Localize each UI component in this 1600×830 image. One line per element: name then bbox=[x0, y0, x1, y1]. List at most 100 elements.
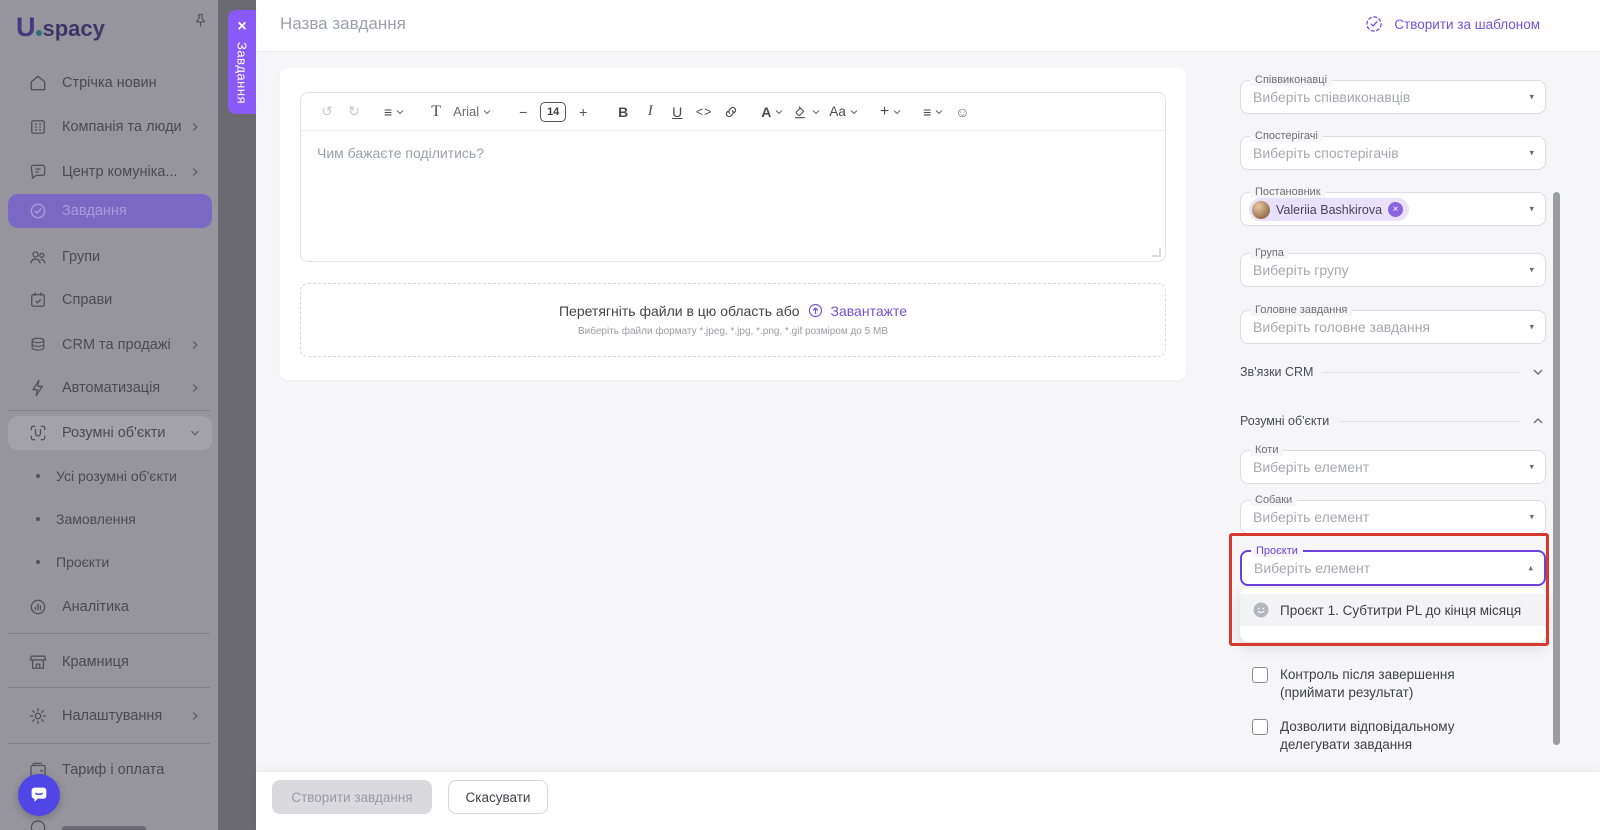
undo-button[interactable]: ↺ bbox=[317, 99, 337, 125]
select-arrow-up-icon[interactable]: ▴ bbox=[1528, 563, 1533, 574]
sidebar-subitem-label: Усі розумні об'єкти bbox=[56, 468, 177, 484]
font-size-value[interactable]: 14 bbox=[540, 101, 567, 122]
upload-icon bbox=[808, 303, 822, 318]
field-parent-task[interactable]: Головне завдання Виберіть головне завдан… bbox=[1240, 304, 1546, 344]
sidebar-subitem-label: Проєкти bbox=[56, 554, 110, 570]
create-from-template-button[interactable]: Створити за шаблоном bbox=[1364, 14, 1540, 34]
create-task-button[interactable]: Створити завдання bbox=[272, 780, 432, 814]
chat-bubble-icon bbox=[31, 787, 47, 802]
redo-button[interactable]: ↻ bbox=[344, 99, 364, 125]
select-arrow-icon[interactable]: ▾ bbox=[1529, 512, 1534, 523]
bold-button[interactable]: B bbox=[613, 99, 633, 125]
create-from-template-label: Створити за шаблоном bbox=[1394, 16, 1540, 32]
sidebar-item-activities[interactable]: Справи bbox=[8, 283, 212, 317]
select-arrow-icon[interactable]: ▾ bbox=[1529, 92, 1534, 103]
sidebar-item-marketplace[interactable]: Крамниця bbox=[8, 645, 212, 679]
font-family-select[interactable]: Arial bbox=[453, 99, 493, 125]
checkbox-icon[interactable] bbox=[1252, 667, 1268, 683]
align-icon: ≡ bbox=[384, 103, 393, 120]
sidebar-item-label: Компанія та люди bbox=[62, 119, 182, 135]
sidebar-subitem-projects[interactable]: Проєкти bbox=[8, 547, 212, 577]
checkbox-allow-delegation[interactable]: Дозволити відповідальному делегувати зав… bbox=[1252, 718, 1505, 754]
underline-button[interactable]: U bbox=[667, 99, 687, 125]
text-color-button[interactable]: A bbox=[761, 99, 785, 125]
drawer-tab-label: Завдання bbox=[234, 42, 250, 105]
field-coexecutors[interactable]: Співвиконавці Виберіть співвиконавців ▾ bbox=[1240, 74, 1546, 114]
sidebar-item-automation[interactable]: Автоматизація bbox=[8, 371, 212, 405]
sidebar-item-label: Справи bbox=[62, 292, 113, 308]
select-arrow-icon[interactable]: ▾ bbox=[1529, 148, 1534, 159]
select-arrow-icon[interactable]: ▾ bbox=[1529, 265, 1534, 276]
rich-text-editor[interactable]: ↺ ↻ ≡ T Arial − 14 + B I U <> A Aa + ≡ ☺… bbox=[300, 92, 1166, 262]
chevron-down-icon bbox=[775, 109, 783, 114]
section-divider bbox=[1339, 420, 1520, 422]
field-observers[interactable]: Спостерігачі Виберіть спостерігачів ▾ bbox=[1240, 130, 1546, 170]
sidebar-item-analytics[interactable]: Аналітика bbox=[8, 590, 212, 624]
sidebar-subitem-all-smart-objects[interactable]: Усі розумні об'єкти bbox=[8, 461, 212, 491]
cancel-button[interactable]: Скасувати bbox=[448, 780, 548, 814]
insert-button[interactable]: + bbox=[880, 99, 903, 125]
sidebar-item-groups[interactable]: Групи bbox=[8, 240, 212, 274]
upload-link[interactable]: Завантажте bbox=[831, 303, 908, 319]
field-author[interactable]: Постановник Valeriia Bashkirova × ▾ bbox=[1240, 186, 1546, 226]
field-group[interactable]: Група Виберіть групу ▾ bbox=[1240, 247, 1546, 287]
font-size-decrease-button[interactable]: − bbox=[513, 99, 533, 125]
resize-grip[interactable] bbox=[1152, 248, 1161, 257]
smiley-icon bbox=[1253, 602, 1269, 618]
checkbox-icon[interactable] bbox=[1252, 719, 1268, 735]
highlight-color-button[interactable] bbox=[792, 99, 822, 125]
select-arrow-icon[interactable]: ▾ bbox=[1529, 204, 1534, 215]
checkbox-control-after-completion[interactable]: Контроль після завершення (приймати резу… bbox=[1252, 666, 1505, 702]
task-title-input[interactable]: Назва завдання bbox=[280, 14, 406, 34]
close-icon[interactable]: × bbox=[237, 18, 246, 36]
sidebar-item-label: Розумні об'єкти bbox=[62, 425, 166, 441]
align-button[interactable]: ≡ bbox=[384, 99, 406, 125]
section-divider bbox=[1323, 371, 1520, 373]
sidebar-item-tasks[interactable]: Завдання bbox=[8, 194, 212, 228]
field-placeholder: Виберіть групу bbox=[1253, 262, 1349, 278]
projects-dropdown-option[interactable]: Проєкт 1. Субтитри PL до кінця місяця bbox=[1240, 594, 1546, 626]
chat-widget-button[interactable] bbox=[18, 774, 60, 816]
bullet-icon bbox=[36, 474, 40, 478]
emoji-button[interactable]: ☺ bbox=[952, 99, 972, 125]
panel-scrollbar[interactable] bbox=[1553, 192, 1560, 745]
bullet-icon bbox=[36, 560, 40, 564]
text-style-button[interactable]: Aa bbox=[829, 99, 860, 125]
sidebar-item-crm[interactable]: CRM та продажі bbox=[8, 328, 212, 362]
uspacy-logo[interactable]: Uspacy bbox=[16, 12, 105, 43]
italic-button[interactable]: I bbox=[640, 99, 660, 125]
field-cats[interactable]: Коти Виберіть елемент ▾ bbox=[1240, 444, 1546, 484]
section-smart-objects[interactable]: Розумні об'єкти bbox=[1240, 413, 1546, 429]
select-arrow-icon[interactable]: ▾ bbox=[1529, 462, 1534, 473]
sidebar-subitem-orders[interactable]: Замовлення bbox=[8, 504, 212, 534]
drawer-tab-tasks[interactable]: × Завдання bbox=[228, 10, 256, 114]
sidebar-item-company[interactable]: Компанія та люди bbox=[8, 110, 212, 144]
text-color-icon: A bbox=[761, 103, 772, 120]
code-button[interactable]: <> bbox=[694, 99, 714, 125]
author-chip-name: Valeriia Bashkirova bbox=[1276, 202, 1383, 217]
section-crm-links[interactable]: Зв'язки CRM bbox=[1240, 364, 1546, 380]
sidebar-item-settings[interactable]: Налаштування bbox=[8, 699, 212, 733]
sidebar-item-smart-objects[interactable]: Розумні об'єкти bbox=[8, 416, 212, 450]
font-size-increase-button[interactable]: + bbox=[573, 99, 593, 125]
author-chip[interactable]: Valeriia Bashkirova × bbox=[1249, 198, 1410, 221]
field-dogs[interactable]: Собаки Виберіть елемент ▾ bbox=[1240, 494, 1546, 534]
lightning-icon bbox=[28, 378, 48, 398]
file-dropzone[interactable]: Перетягніть файли в цю область або Заван… bbox=[300, 283, 1166, 357]
text-type-button[interactable]: T bbox=[426, 99, 446, 125]
drawer-header: Назва завдання Створити за шаблоном bbox=[256, 0, 1600, 52]
field-projects[interactable]: Проєкти Виберіть елемент ▴ bbox=[1240, 545, 1546, 586]
text-style-icon: Aa bbox=[829, 104, 846, 119]
pin-sidebar-icon[interactable] bbox=[192, 12, 209, 29]
sidebar-item-newsfeed[interactable]: Стрічка новин bbox=[8, 66, 212, 100]
editor-placeholder[interactable]: Чим бажаєте поділитись? bbox=[317, 145, 484, 161]
chip-remove-icon[interactable]: × bbox=[1388, 202, 1404, 217]
select-arrow-icon[interactable]: ▾ bbox=[1529, 322, 1534, 333]
sidebar-divider bbox=[8, 743, 210, 744]
sidebar-item-communications[interactable]: Центр комуніка... bbox=[8, 155, 212, 189]
sidebar-item-label: Групи bbox=[62, 249, 101, 265]
link-button[interactable] bbox=[721, 99, 741, 125]
chat-pencil-icon bbox=[28, 162, 48, 182]
list-button[interactable]: ≡ bbox=[923, 99, 945, 125]
sidebar-item-clipped[interactable] bbox=[28, 816, 146, 830]
